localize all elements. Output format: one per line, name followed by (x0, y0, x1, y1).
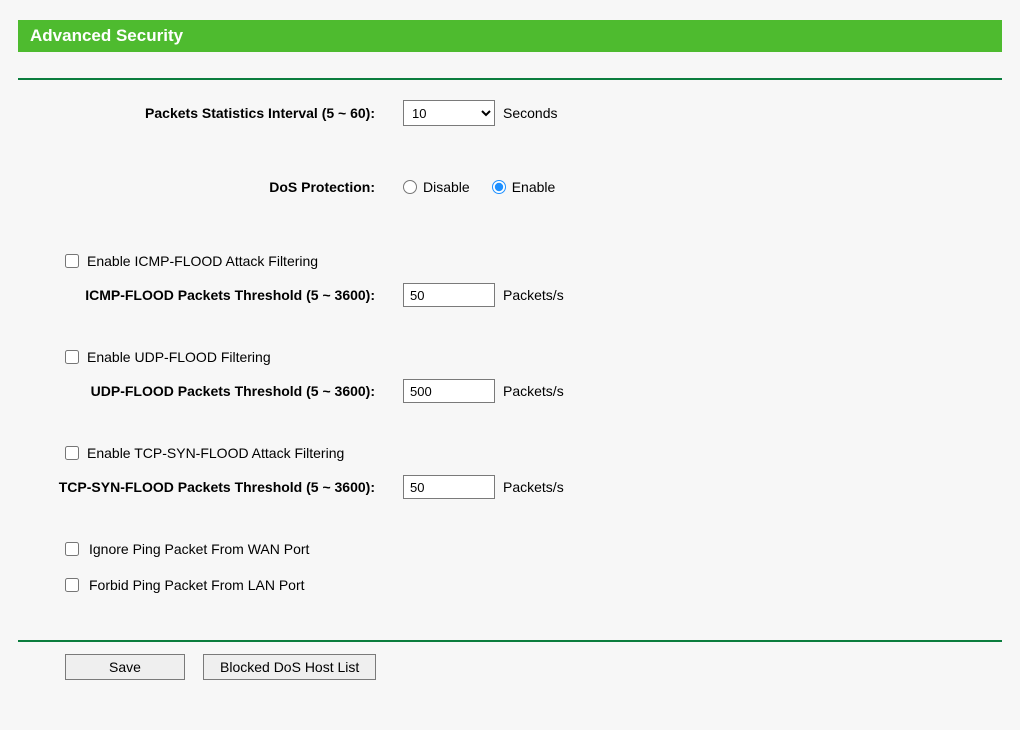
icmp-enable-label: Enable ICMP-FLOOD Attack Filtering (87, 253, 318, 269)
save-button[interactable]: Save (65, 654, 185, 680)
divider-bottom (18, 640, 1002, 642)
udp-enable-checkbox[interactable] (65, 350, 79, 364)
icmp-enable-checkbox[interactable] (65, 254, 79, 268)
stats-interval-select[interactable]: 10 (403, 100, 495, 126)
icmp-threshold-unit: Packets/s (503, 287, 564, 303)
udp-threshold-input[interactable] (403, 379, 495, 403)
icmp-threshold-row: ICMP-FLOOD Packets Threshold (5 ~ 3600):… (18, 282, 1002, 308)
tcp-threshold-unit: Packets/s (503, 479, 564, 495)
dos-protection-label: DoS Protection: (18, 179, 403, 195)
tcp-threshold-label: TCP-SYN-FLOOD Packets Threshold (5 ~ 360… (18, 479, 403, 495)
udp-enable-label: Enable UDP-FLOOD Filtering (87, 349, 271, 365)
ping-lan-checkbox[interactable] (65, 578, 79, 592)
ping-lan-label: Forbid Ping Packet From LAN Port (89, 577, 305, 593)
button-row: Save Blocked DoS Host List (18, 654, 1002, 680)
udp-enable-row: Enable UDP-FLOOD Filtering (18, 344, 1002, 370)
tcp-enable-checkbox[interactable] (65, 446, 79, 460)
icmp-threshold-label: ICMP-FLOOD Packets Threshold (5 ~ 3600): (18, 287, 403, 303)
dos-disable-radio[interactable] (403, 180, 417, 194)
page-title: Advanced Security (18, 20, 1002, 52)
udp-threshold-unit: Packets/s (503, 383, 564, 399)
stats-interval-label: Packets Statistics Interval (5 ~ 60): (18, 105, 403, 121)
ping-wan-label: Ignore Ping Packet From WAN Port (89, 541, 309, 557)
tcp-threshold-input[interactable] (403, 475, 495, 499)
icmp-enable-row: Enable ICMP-FLOOD Attack Filtering (18, 248, 1002, 274)
blocked-host-list-button[interactable]: Blocked DoS Host List (203, 654, 376, 680)
udp-threshold-label: UDP-FLOOD Packets Threshold (5 ~ 3600): (18, 383, 403, 399)
dos-enable-radio[interactable] (492, 180, 506, 194)
ping-wan-row: Ignore Ping Packet From WAN Port (18, 536, 1002, 562)
ping-wan-checkbox[interactable] (65, 542, 79, 556)
tcp-enable-row: Enable TCP-SYN-FLOOD Attack Filtering (18, 440, 1002, 466)
dos-protection-row: DoS Protection: Disable Enable (18, 174, 1002, 200)
udp-threshold-row: UDP-FLOOD Packets Threshold (5 ~ 3600): … (18, 378, 1002, 404)
ping-lan-row: Forbid Ping Packet From LAN Port (18, 572, 1002, 598)
stats-interval-unit: Seconds (503, 105, 557, 121)
icmp-threshold-input[interactable] (403, 283, 495, 307)
dos-enable-label: Enable (512, 179, 556, 195)
divider-top (18, 78, 1002, 80)
tcp-threshold-row: TCP-SYN-FLOOD Packets Threshold (5 ~ 360… (18, 474, 1002, 500)
tcp-enable-label: Enable TCP-SYN-FLOOD Attack Filtering (87, 445, 344, 461)
stats-interval-row: Packets Statistics Interval (5 ~ 60): 10… (18, 100, 1002, 126)
dos-disable-label: Disable (423, 179, 470, 195)
